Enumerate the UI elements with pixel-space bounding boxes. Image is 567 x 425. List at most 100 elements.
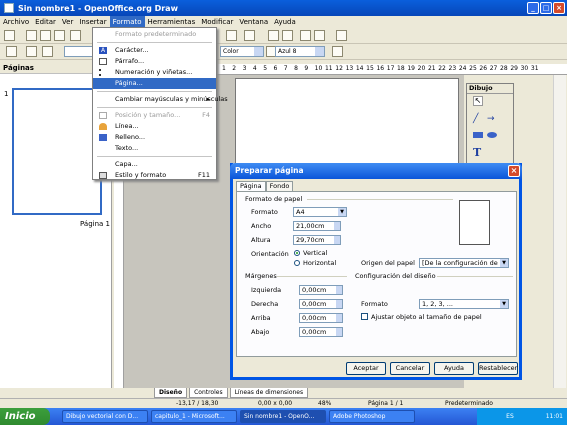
top-margin-label: Arriba (251, 314, 271, 322)
task-capitulo[interactable]: capitulo_1 - Microsoft... (151, 410, 237, 423)
email-icon[interactable] (54, 30, 65, 41)
navigator-icon[interactable] (300, 30, 311, 41)
help-button[interactable]: Ayuda (434, 362, 474, 375)
menu-item-fill[interactable]: Relleno... (93, 132, 216, 143)
start-button[interactable]: Inicio (0, 408, 50, 425)
status-size: 0,00 x 0,00 (258, 400, 293, 407)
width-field[interactable]: 21,00cm (293, 221, 341, 231)
layer-tabs: Diseño Controles Líneas de dimensiones (124, 388, 554, 398)
menu-item-character[interactable]: A Carácter... (93, 45, 216, 56)
numbering-icon (99, 69, 107, 76)
tab-controles[interactable]: Controles (189, 388, 228, 398)
ruler-number: 30 (520, 65, 529, 72)
window-titlebar: Sin nombre1 - OpenOffice.org Draw _ □ × (0, 0, 567, 16)
cancel-button[interactable]: Cancelar (390, 362, 430, 375)
dialog-close-icon[interactable]: × (508, 165, 520, 177)
ruler-number: 11 (324, 65, 333, 72)
task-dibujo[interactable]: Dibujo vectorial con D... (62, 410, 148, 423)
layout-format-select[interactable]: 1, 2, 3, ... ▼ (419, 299, 509, 309)
menu-ayuda[interactable]: Ayuda (271, 16, 299, 28)
table-icon[interactable] (282, 30, 293, 41)
menu-archivo[interactable]: Archivo (0, 16, 32, 28)
orientation-vertical-label: Vertical (303, 249, 328, 257)
styles-menu-icon (99, 172, 107, 179)
tab-diseno[interactable]: Diseño (154, 388, 188, 398)
margins-heading: Márgenes (245, 272, 277, 280)
bottom-margin-field[interactable]: 0,00cm (299, 327, 343, 337)
maximize-button[interactable]: □ (540, 2, 552, 14)
save-icon[interactable] (40, 30, 51, 41)
drawing-page[interactable] (235, 78, 459, 168)
gallery-icon[interactable] (314, 30, 325, 41)
paper-source-select[interactable]: [De la configuración de impre ▼ (419, 258, 509, 268)
undo-icon[interactable] (226, 30, 237, 41)
chart-icon[interactable] (268, 30, 279, 41)
ruler-number: 2 (232, 65, 237, 72)
fill-color-combo[interactable]: Azul 8 (275, 46, 325, 57)
help-icon[interactable] (336, 30, 347, 41)
new-icon[interactable] (4, 30, 15, 41)
select-icon[interactable]: ↖ (473, 96, 483, 106)
page-thumbnail[interactable] (12, 88, 102, 215)
line-icon[interactable] (26, 46, 37, 57)
close-button[interactable]: × (553, 2, 565, 14)
drawing-toolbar-title: Dibujo (467, 84, 513, 94)
menu-editar[interactable]: Editar (32, 16, 59, 28)
ruler-number: 31 (530, 65, 539, 72)
page-preview (459, 200, 490, 245)
top-margin-field[interactable]: 0,00cm (299, 313, 343, 323)
line-fill-toolbar: Color Azul 8 (0, 44, 567, 60)
bottom-margin-label: Abajo (251, 328, 270, 336)
task-photoshop[interactable]: Adobe Photoshop (329, 410, 415, 423)
menu-item-line[interactable]: Línea... (93, 121, 216, 132)
right-margin-label: Derecha (251, 300, 279, 308)
open-icon[interactable] (26, 30, 37, 41)
tab-lineas-dimensiones[interactable]: Líneas de dimensiones (229, 388, 309, 398)
styles-icon[interactable] (6, 46, 17, 57)
tab-fondo[interactable]: Fondo (265, 181, 294, 191)
ruler-number: 9 (304, 65, 309, 72)
menu-item-paragraph[interactable]: Párrafo... (93, 56, 216, 67)
menu-item-styles[interactable]: Estilo y formato F11 (93, 170, 216, 181)
window-title: Sin nombre1 - OpenOffice.org Draw (18, 3, 178, 13)
menu-item-numbering[interactable]: Numeración y viñetas... (93, 67, 216, 78)
ruler-number: 28 (500, 65, 508, 72)
format-menu: Formato predeterminado A Carácter... Párr… (92, 27, 228, 181)
ruler-number: 7 (283, 65, 288, 72)
text-tool-icon[interactable]: T (473, 146, 481, 159)
orientation-vertical-radio[interactable] (294, 250, 300, 256)
ok-button[interactable]: Aceptar (346, 362, 386, 375)
menu-separator (97, 156, 212, 157)
ruler-number: 27 (489, 65, 498, 72)
menu-item-page[interactable]: Página... (93, 78, 216, 89)
orientation-horizontal-radio[interactable] (294, 260, 300, 266)
color-combo[interactable]: Color (220, 46, 264, 57)
menu-item-change-case[interactable]: Cambiar mayúsculas y minúsculas ▸ (93, 94, 228, 105)
menu-item-position-size[interactable]: Posición y tamaño... F4 (93, 110, 216, 121)
menu-ventana[interactable]: Ventana (236, 16, 271, 28)
redo-icon[interactable] (244, 30, 255, 41)
minimize-button[interactable]: _ (527, 2, 539, 14)
line-tool-icon[interactable]: ╱ (473, 114, 478, 124)
edit-file-icon[interactable] (70, 30, 81, 41)
menu-separator (97, 107, 212, 108)
menu-item-default-format[interactable]: Formato predeterminado (93, 29, 216, 40)
menu-ver[interactable]: Ver (59, 16, 76, 28)
arrow-style-icon[interactable] (42, 46, 53, 57)
format-select[interactable]: A4 ▼ (293, 207, 347, 217)
tray-lang[interactable]: ES (506, 413, 514, 420)
ellipse-icon[interactable] (487, 132, 497, 138)
height-field[interactable]: 29,70cm (293, 235, 341, 245)
reset-button[interactable]: Restablecer (478, 362, 518, 375)
left-margin-field[interactable]: 0,00cm (299, 285, 343, 295)
vertical-scrollbar[interactable] (553, 75, 566, 388)
menu-item-text[interactable]: Texto... (93, 143, 216, 154)
shadow-icon[interactable] (332, 46, 343, 57)
right-margin-field[interactable]: 0,00cm (299, 299, 343, 309)
fit-to-paper-checkbox[interactable] (361, 313, 368, 320)
paper-source-label: Origen del papel (361, 259, 415, 267)
rectangle-icon[interactable] (473, 132, 483, 138)
arrow-line-icon[interactable]: → (487, 114, 495, 124)
menu-item-layer[interactable]: Capa... (93, 159, 216, 170)
task-openoffice[interactable]: Sin nombre1 - OpenO... (240, 410, 326, 423)
